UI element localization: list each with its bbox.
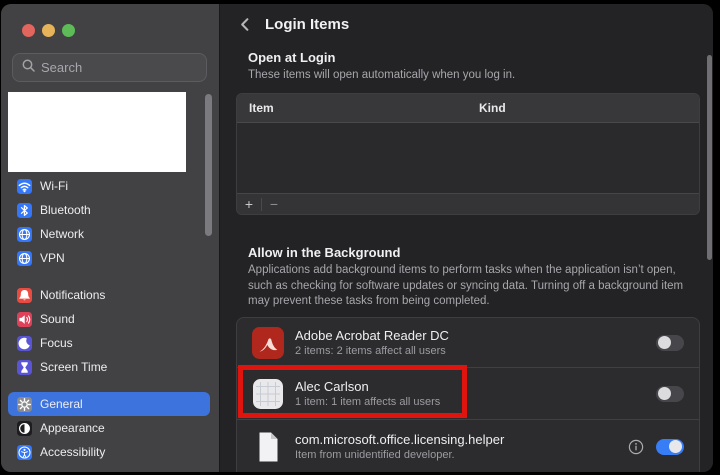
search-placeholder: Search (41, 60, 83, 75)
table-header-row: Item Kind (237, 94, 699, 123)
allow-in-background-heading: Allow in the Background (248, 245, 401, 260)
background-item-adobe-acrobat-reader-dc: Adobe Acrobat Reader DC 2 items: 2 items … (237, 318, 699, 367)
background-item-com-microsoft-office-licensing-helper: com.microsoft.office.licensing.helper Ite… (237, 419, 699, 472)
table-body-empty[interactable] (237, 123, 699, 193)
minimize-button[interactable] (42, 24, 55, 37)
sidebar-item-sound[interactable]: Sound (8, 307, 210, 331)
sidebar: Search Wi-Fi Bluetooth Network VPN Notificat… (1, 4, 219, 472)
document-icon (251, 430, 285, 464)
general-gear-icon (17, 396, 32, 412)
info-icon[interactable] (628, 439, 644, 455)
sidebar-item-label: General (40, 397, 83, 411)
sidebar-item-screen-time[interactable]: Screen Time (8, 355, 210, 379)
sidebar-item-label: Notifications (40, 288, 106, 302)
sidebar-item-bluetooth[interactable]: Bluetooth (8, 198, 210, 222)
focus-moon-icon (17, 335, 32, 351)
wifi-icon (17, 178, 32, 194)
add-item-button[interactable]: + (237, 197, 261, 211)
sidebar-item-network[interactable]: Network (8, 222, 210, 246)
sidebar-item-vpn[interactable]: VPN (8, 246, 210, 270)
sound-speaker-icon (17, 311, 32, 327)
sidebar-item-wi-fi[interactable]: Wi-Fi (8, 174, 210, 198)
table-footer: + − (237, 193, 699, 214)
sidebar-item-label: Accessibility (40, 445, 106, 459)
sidebar-item-label: Screen Time (40, 360, 108, 374)
user-profile-redacted (8, 92, 186, 172)
sidebar-item-label: Wi-Fi (40, 179, 68, 193)
sidebar-item-accessibility[interactable]: Accessibility (8, 440, 210, 464)
close-button[interactable] (22, 24, 35, 37)
open-at-login-description: These items will open automatically when… (248, 69, 516, 81)
open-at-login-heading: Open at Login (248, 50, 336, 65)
sidebar-item-label: Focus (40, 336, 73, 350)
background-item-detail: 2 items: 2 items affect all users (295, 345, 446, 357)
sidebar-item-label: Sound (40, 312, 75, 326)
search-icon (21, 58, 36, 78)
page-header: Login Items (237, 16, 349, 33)
login-items-table: Item Kind + − (236, 93, 700, 215)
column-header-item[interactable]: Item (249, 101, 274, 115)
sidebar-item-focus[interactable]: Focus (8, 331, 210, 355)
screen-time-hourglass-icon (17, 359, 32, 375)
main-scrollbar[interactable] (707, 55, 712, 260)
toggle-knob (669, 440, 682, 453)
page-title: Login Items (265, 16, 350, 33)
column-header-kind[interactable]: Kind (479, 101, 506, 115)
vpn-globe-icon (17, 250, 32, 266)
row-controls (656, 385, 684, 402)
sidebar-item-label: Appearance (40, 421, 105, 435)
allow-in-background-description: Applications add background items to per… (248, 264, 684, 307)
sidebar-item-general[interactable]: General (8, 392, 210, 416)
back-button[interactable] (237, 16, 254, 33)
bluetooth-icon (17, 202, 32, 218)
sidebar-item-notifications[interactable]: Notifications (8, 283, 210, 307)
toggle-adobe-acrobat-reader-dc[interactable] (656, 334, 684, 351)
background-item-name: com.microsoft.office.licensing.helper (295, 432, 505, 447)
background-item-text: Adobe Acrobat Reader DC 2 items: 2 items … (295, 328, 449, 357)
background-item-text: com.microsoft.office.licensing.helper Ite… (295, 432, 504, 461)
sidebar-item-label: VPN (40, 251, 65, 265)
toggle-alec-carlson[interactable] (656, 385, 684, 402)
sidebar-nav: Wi-Fi Bluetooth Network VPN Notifications Sou… (8, 174, 210, 464)
toggle-com-microsoft-office-licensing-helper[interactable] (656, 438, 684, 455)
sidebar-item-appearance[interactable]: Appearance (8, 416, 210, 440)
traffic-lights (22, 24, 75, 37)
sidebar-item-label: Bluetooth (40, 203, 91, 217)
background-item-detail: Item from unidentified developer. (295, 449, 455, 461)
network-globe-icon (17, 226, 32, 242)
row-controls (656, 334, 684, 351)
sidebar-item-label: Network (40, 227, 85, 241)
toggle-knob (658, 387, 671, 400)
toggle-knob (658, 336, 671, 349)
row-controls (628, 438, 684, 455)
search-input[interactable]: Search (12, 53, 207, 82)
appearance-contrast-icon (17, 420, 32, 436)
annotation-highlight-box (238, 365, 467, 418)
background-item-name: Adobe Acrobat Reader DC (295, 328, 449, 343)
adobe-acrobat-icon (251, 326, 285, 360)
accessibility-figure-icon (17, 444, 32, 460)
remove-item-button[interactable]: − (262, 197, 286, 211)
notifications-bell-icon (17, 287, 32, 303)
zoom-button[interactable] (62, 24, 75, 37)
